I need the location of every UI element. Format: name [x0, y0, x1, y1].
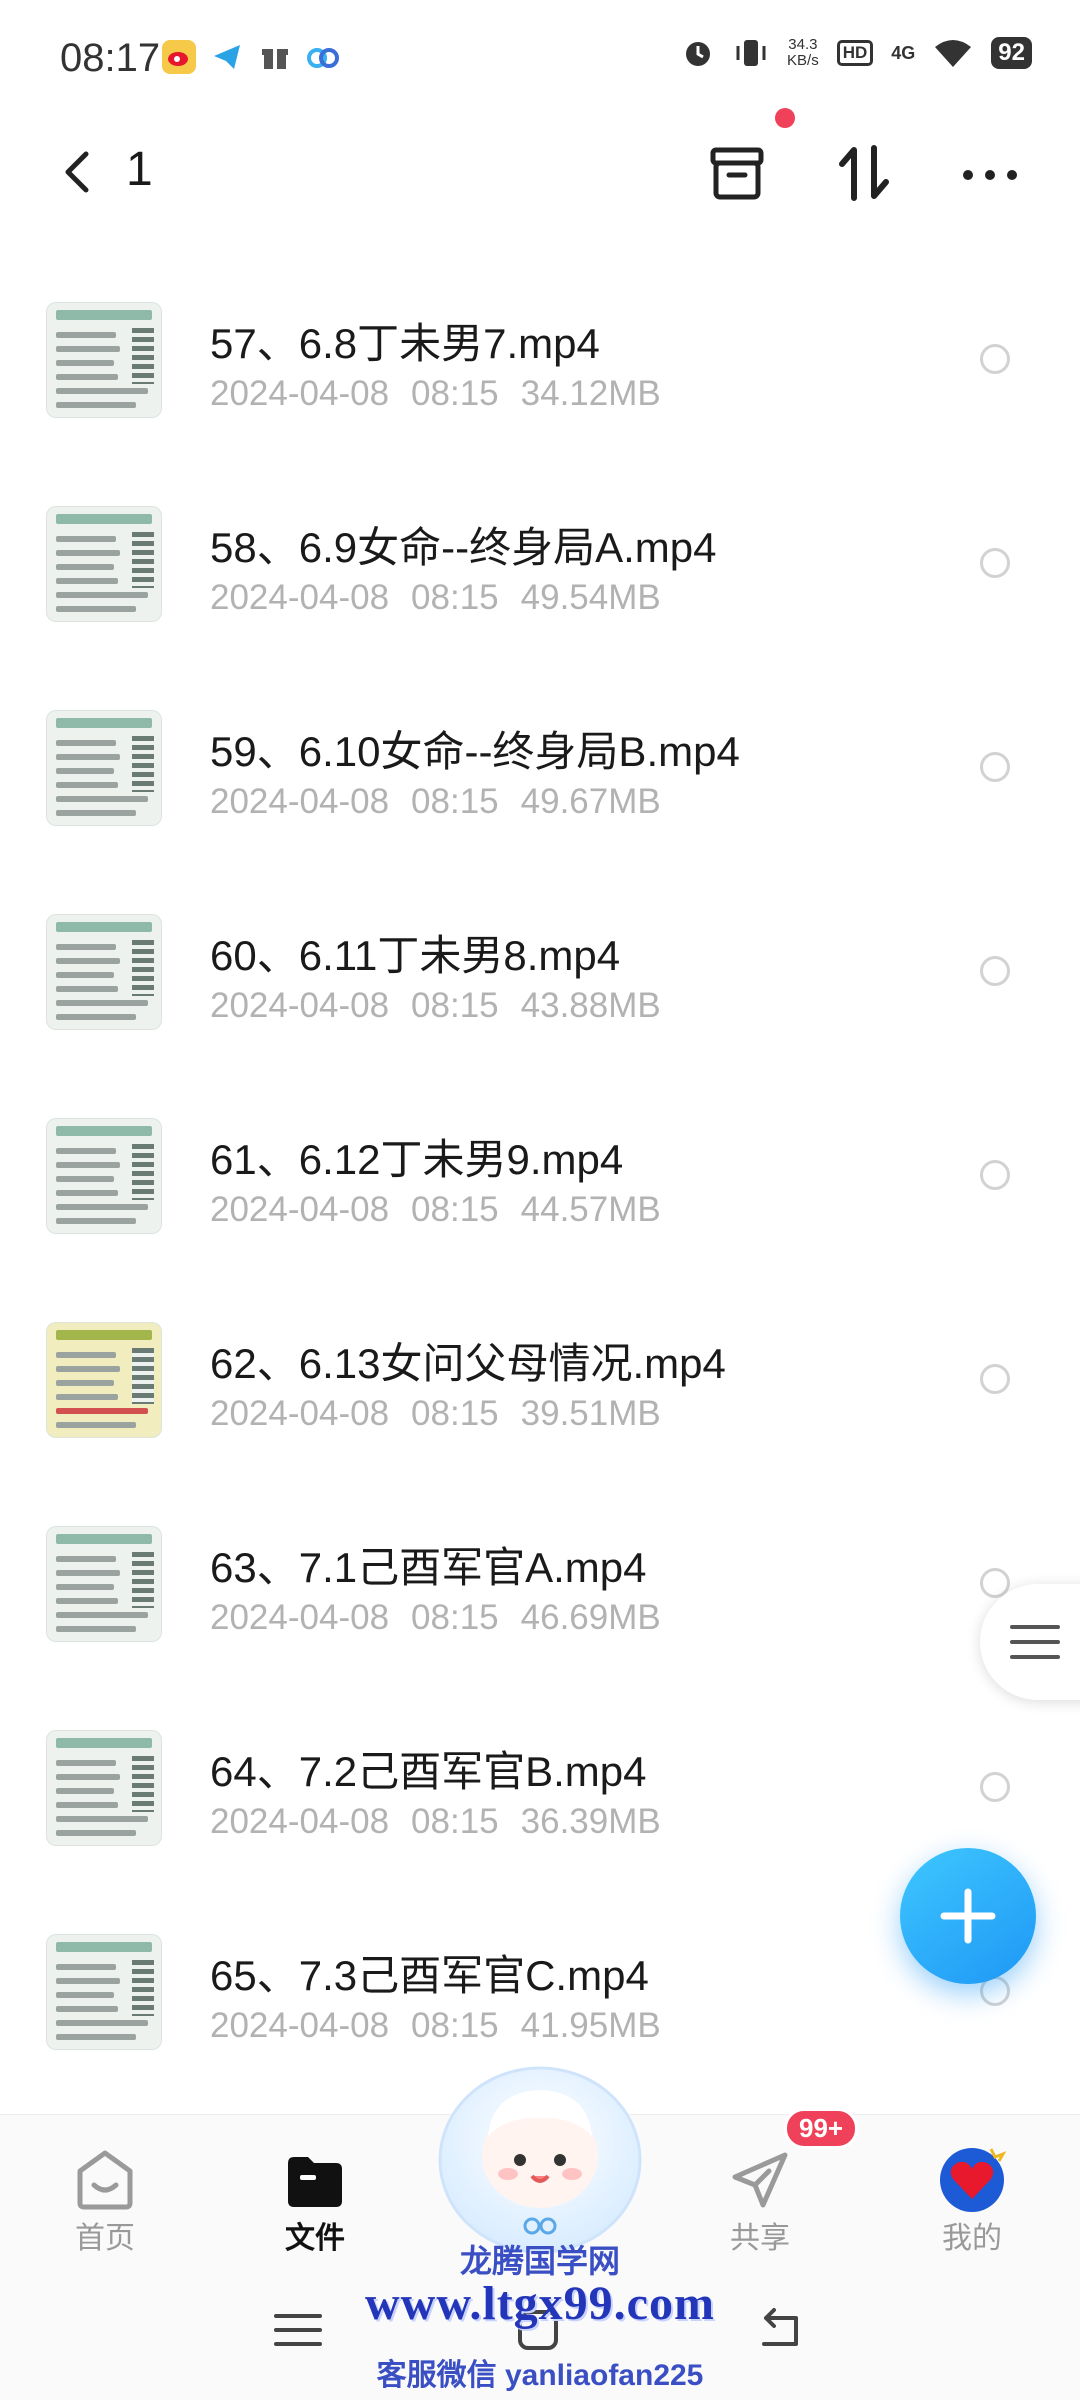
- nav-files-label: 文件: [285, 2222, 345, 2255]
- back-arrow-icon[interactable]: [50, 142, 110, 202]
- battery-level: 92: [991, 37, 1032, 69]
- notification-icons: [162, 40, 340, 74]
- select-radio[interactable]: [980, 1364, 1010, 1394]
- status-bar: 08:17 34.3 KB/s HD 4G 92: [0, 0, 1080, 120]
- avatar-heart-icon: [940, 2148, 1007, 2212]
- send-icon: [732, 2152, 788, 2208]
- weibo-icon: [162, 40, 196, 74]
- more-options-icon[interactable]: [955, 138, 1025, 208]
- network-type: 4G: [891, 42, 916, 63]
- nav-home[interactable]: 首页: [15, 2115, 195, 2275]
- top-bar: 1: [0, 120, 1080, 220]
- video-thumbnail: [46, 1934, 162, 2050]
- mascot-icon[interactable]: [432, 2056, 648, 2256]
- select-radio[interactable]: [980, 956, 1010, 986]
- file-meta: 2024-04-08 08:15 49.67MB: [210, 782, 661, 821]
- plus-icon: [940, 1888, 996, 1944]
- file-name: 60、6.11丁未男8.mp4: [210, 932, 621, 979]
- video-thumbnail: [46, 710, 162, 826]
- menu-gesture-icon[interactable]: [268, 2304, 328, 2354]
- video-thumbnail: [46, 1730, 162, 1846]
- video-thumbnail: [46, 302, 162, 418]
- telegram-icon: [210, 40, 244, 74]
- alarm-icon: [686, 42, 711, 66]
- notification-dot: [775, 108, 795, 128]
- video-thumbnail: [46, 506, 162, 622]
- nav-share-label: 共享: [730, 2222, 790, 2255]
- file-meta: 2024-04-08 08:15 44.57MB: [210, 1190, 661, 1229]
- home-gesture-icon[interactable]: [508, 2304, 568, 2354]
- select-radio[interactable]: [980, 1772, 1010, 1802]
- status-indicators: 34.3 KB/s HD 4G 92: [681, 36, 1032, 70]
- file-name: 65、7.3己酉军官C.mp4: [210, 1952, 649, 1999]
- nav-home-label: 首页: [75, 2222, 135, 2255]
- select-radio[interactable]: [980, 344, 1010, 374]
- select-radio[interactable]: [980, 1160, 1010, 1190]
- add-button[interactable]: [900, 1848, 1036, 1984]
- file-row[interactable]: 58、6.9女命--终身局A.mp4 2024-04-08 08:15 49.54M…: [0, 462, 1080, 666]
- hd-badge: HD: [836, 40, 874, 66]
- file-row[interactable]: 60、6.11丁未男8.mp4 2024-04-08 08:15 43.88MB: [0, 870, 1080, 1074]
- file-name: 58、6.9女命--终身局A.mp4: [210, 524, 717, 571]
- file-meta: 2024-04-08 08:15 34.12MB: [210, 374, 661, 413]
- file-row[interactable]: 57、6.8丁未男7.mp4 2024-04-08 08:15 34.12MB: [0, 258, 1080, 462]
- sort-icon[interactable]: [830, 138, 900, 208]
- file-name: 62、6.13女问父母情况.mp4: [210, 1340, 726, 1387]
- nav-mine[interactable]: 我的: [882, 2115, 1062, 2275]
- file-meta: 2024-04-08 08:15 46.69MB: [210, 1598, 661, 1637]
- system-gesture-bar: [0, 2274, 1080, 2400]
- file-name: 64、7.2己酉军官B.mp4: [210, 1748, 647, 1795]
- select-radio[interactable]: [980, 752, 1010, 782]
- select-radio[interactable]: [980, 548, 1010, 578]
- file-row[interactable]: 61、6.12丁未男9.mp4 2024-04-08 08:15 44.57MB: [0, 1074, 1080, 1278]
- hamburger-icon: [1010, 1625, 1060, 1659]
- baidu-netdisk-icon: [306, 40, 340, 74]
- file-name: 61、6.12丁未男9.mp4: [210, 1136, 624, 1183]
- video-thumbnail: [46, 1118, 162, 1234]
- folder-title: 1: [126, 143, 153, 196]
- file-row[interactable]: 63、7.1己酉军官A.mp4 2024-04-08 08:15 46.69MB: [0, 1482, 1080, 1686]
- file-meta: 2024-04-08 08:15 41.95MB: [210, 2006, 661, 2045]
- gift-icon: [258, 40, 292, 74]
- share-badge: 99+: [784, 2108, 859, 2149]
- video-thumbnail: [46, 914, 162, 1030]
- file-meta: 2024-04-08 08:15 49.54MB: [210, 578, 661, 617]
- back-gesture-icon[interactable]: [750, 2304, 810, 2354]
- status-time: 08:17: [60, 36, 161, 80]
- vibrate-icon: [736, 40, 766, 66]
- file-row[interactable]: 62、6.13女问父母情况.mp4 2024-04-08 08:15 39.51MB: [0, 1278, 1080, 1482]
- file-meta: 2024-04-08 08:15 36.39MB: [210, 1802, 661, 1841]
- video-thumbnail: [46, 1322, 162, 1438]
- video-thumbnail: [46, 1526, 162, 1642]
- file-name: 63、7.1己酉军官A.mp4: [210, 1544, 647, 1591]
- wifi-icon: [935, 40, 972, 67]
- nav-mine-label: 我的: [942, 2222, 1002, 2255]
- transfer-box-icon[interactable]: [702, 138, 772, 208]
- file-name: 57、6.8丁未男7.mp4: [210, 320, 600, 367]
- folder-icon: [288, 2157, 342, 2207]
- file-row[interactable]: 59、6.10女命--终身局B.mp4 2024-04-08 08:15 49.67…: [0, 666, 1080, 870]
- file-name: 59、6.10女命--终身局B.mp4: [210, 728, 740, 775]
- file-meta: 2024-04-08 08:15 43.88MB: [210, 986, 661, 1025]
- net-speed: 34.3 KB/s: [787, 36, 819, 69]
- file-meta: 2024-04-08 08:15 39.51MB: [210, 1394, 661, 1433]
- nav-files[interactable]: 文件: [225, 2115, 405, 2275]
- home-face-icon: [77, 2150, 133, 2210]
